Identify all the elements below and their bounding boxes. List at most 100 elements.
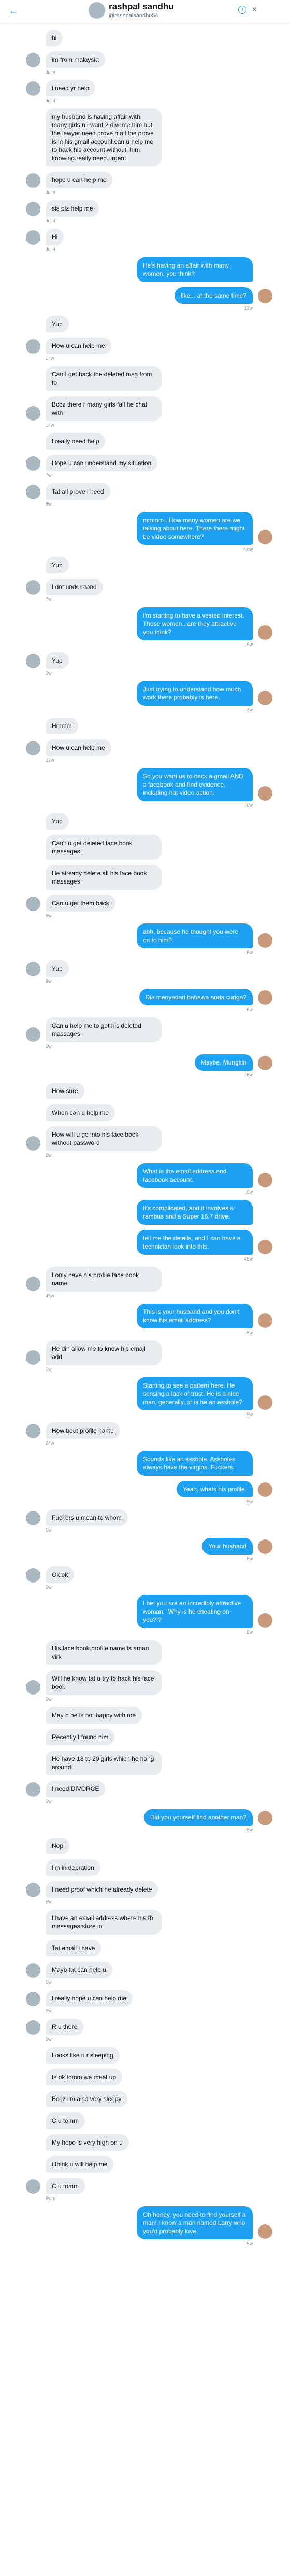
contact-name[interactable]: rashpal sandhu	[109, 2, 174, 12]
message-bubble[interactable]: I have an email address where his fb mas…	[46, 1910, 162, 1935]
message-bubble[interactable]: Did you yourself find another man?	[143, 1809, 253, 1826]
message-bubble[interactable]: Ok ok	[46, 1566, 75, 1583]
message-bubble[interactable]: im from malaysia	[46, 51, 105, 68]
avatar[interactable]	[258, 2224, 272, 2239]
avatar[interactable]	[26, 339, 40, 354]
message-bubble[interactable]: Yup	[46, 316, 69, 332]
message-bubble[interactable]: Is ok tomm we meet up	[46, 2069, 123, 2085]
message-bubble[interactable]: Hope u can understand my situation	[46, 455, 158, 471]
message-bubble[interactable]: Can u get them back	[46, 895, 115, 912]
message-bubble[interactable]: He have 18 to 20 girls which he hang aro…	[46, 1751, 162, 1775]
message-bubble[interactable]: sis plz help me	[46, 200, 99, 217]
message-bubble[interactable]: I really hope u can help me	[46, 1990, 133, 2007]
message-bubble[interactable]: How u can help me	[46, 338, 111, 354]
avatar[interactable]	[26, 1027, 40, 1042]
message-bubble[interactable]: Can I get back the deleted msg from fb	[46, 366, 162, 391]
avatar[interactable]	[258, 786, 272, 801]
avatar[interactable]	[258, 530, 272, 544]
message-bubble[interactable]: I'm in depration	[46, 1859, 100, 1876]
message-bubble[interactable]: ahh, because he thought you were on to h…	[137, 923, 253, 948]
info-icon[interactable]: i	[238, 6, 247, 14]
avatar[interactable]	[258, 1173, 272, 1187]
message-bubble[interactable]: May b he is not happy with me	[46, 1707, 142, 1724]
message-bubble[interactable]: Starting to see a pattern here. He sensi…	[137, 1377, 253, 1410]
message-bubble[interactable]: Will he know tat u try to hack his face …	[46, 1670, 162, 1695]
message-bubble[interactable]: Bcoz there r many girls fall he chat wit…	[46, 396, 162, 421]
message-bubble[interactable]: Looks like u r sleeping	[46, 2047, 120, 2064]
avatar[interactable]	[258, 1482, 272, 1497]
message-bubble[interactable]: Maybe. Mungkin	[194, 1054, 253, 1071]
avatar[interactable]	[258, 691, 272, 705]
message-bubble[interactable]: When can u help me	[46, 1104, 115, 1121]
avatar[interactable]	[258, 1056, 272, 1070]
message-bubble[interactable]: It's complicated, and it involves a ramb…	[137, 1200, 253, 1225]
message-bubble[interactable]: I dnt understand	[46, 579, 103, 595]
avatar[interactable]	[26, 202, 40, 216]
message-bubble[interactable]: I bet you are an incredibly attractive w…	[137, 1595, 253, 1628]
message-bubble[interactable]: like... at the same time?	[175, 287, 253, 304]
avatar[interactable]	[258, 1395, 272, 1410]
message-bubble[interactable]: I only have his profile face book name	[46, 1267, 162, 1292]
avatar[interactable]	[258, 1313, 272, 1328]
avatar[interactable]	[26, 897, 40, 911]
message-bubble[interactable]: Bcoz i'm also very sleepy	[46, 2091, 128, 2107]
avatar[interactable]	[26, 1511, 40, 1525]
message-bubble[interactable]: hope u can help me	[46, 172, 113, 188]
message-bubble[interactable]: Yup	[46, 813, 69, 830]
message-bubble[interactable]: R u there	[46, 2019, 84, 2035]
message-bubble[interactable]: Dia menyedari bahawa anda curiga?	[139, 989, 253, 1005]
message-bubble[interactable]: mmmm.. How many women are we talking abo…	[137, 512, 253, 545]
avatar[interactable]	[26, 1424, 40, 1438]
avatar[interactable]	[26, 456, 40, 471]
message-bubble[interactable]: my husband is having affair with many gi…	[46, 108, 162, 166]
avatar[interactable]	[26, 962, 40, 976]
avatar[interactable]	[26, 1136, 40, 1151]
message-bubble[interactable]: My hope is very high on u	[46, 2134, 129, 2151]
message-bubble[interactable]: How bout profile name	[46, 1422, 121, 1439]
avatar[interactable]	[258, 1613, 272, 1628]
avatar[interactable]	[26, 580, 40, 595]
message-bubble[interactable]: hi	[46, 30, 63, 46]
avatar[interactable]	[26, 741, 40, 755]
avatar[interactable]	[26, 53, 40, 67]
message-bubble[interactable]: Oh honey, you need to find yourself a ma…	[137, 2206, 253, 2239]
message-bubble[interactable]: i need yr help	[46, 80, 96, 96]
avatar[interactable]	[258, 289, 272, 303]
message-bubble[interactable]: Mayb tat can help u	[46, 1962, 112, 1978]
message-bubble[interactable]: I need proof which he already delete	[46, 1881, 158, 1898]
avatar[interactable]	[258, 625, 272, 640]
avatar[interactable]	[26, 1992, 40, 2006]
message-bubble[interactable]: His face book profile name is aman virk	[46, 1640, 162, 1665]
message-bubble[interactable]: Yup	[46, 557, 69, 573]
message-bubble[interactable]: tell me the details, and I can have a te…	[137, 1230, 253, 1255]
avatar[interactable]	[26, 1782, 40, 1797]
avatar[interactable]	[26, 2179, 40, 2194]
avatar[interactable]	[26, 1277, 40, 1291]
avatar[interactable]	[26, 173, 40, 188]
message-bubble[interactable]: C u tomm	[46, 2178, 85, 2194]
message-bubble[interactable]: Your husband	[202, 1538, 253, 1555]
message-bubble[interactable]: He din allow me to know his email add	[46, 1340, 162, 1365]
message-bubble[interactable]: i think u will help me	[46, 2156, 114, 2173]
avatar[interactable]	[26, 81, 40, 96]
close-icon[interactable]: ×	[252, 4, 257, 15]
message-bubble[interactable]: Tat email i have	[46, 1940, 102, 1956]
message-bubble[interactable]: What is the email address and facebook a…	[137, 1163, 253, 1188]
avatar[interactable]	[26, 654, 40, 668]
message-bubble[interactable]: Can u help me to get his deleted massage…	[46, 1017, 162, 1042]
message-bubble[interactable]: Hi	[46, 229, 64, 245]
message-bubble[interactable]: How will u go into his face book without…	[46, 1126, 162, 1151]
message-bubble[interactable]: Nop	[46, 1838, 70, 1854]
message-bubble[interactable]: How sure	[46, 1083, 84, 1099]
message-bubble[interactable]: Recently I found him	[46, 1729, 115, 1745]
avatar[interactable]	[26, 1568, 40, 1583]
message-bubble[interactable]: C u tomm	[46, 2112, 85, 2129]
message-bubble[interactable]: Can't u get deleted face book massages	[46, 835, 162, 860]
avatar[interactable]	[258, 1539, 272, 1554]
message-bubble[interactable]: Tat all prove i need	[46, 483, 110, 500]
avatar[interactable]	[258, 1240, 272, 1254]
avatar[interactable]	[26, 1680, 40, 1695]
avatar[interactable]	[26, 1350, 40, 1365]
message-bubble[interactable]: Fuckers u mean to whom	[46, 1509, 128, 1526]
message-bubble[interactable]: This is your husband and you don't know …	[137, 1304, 253, 1328]
